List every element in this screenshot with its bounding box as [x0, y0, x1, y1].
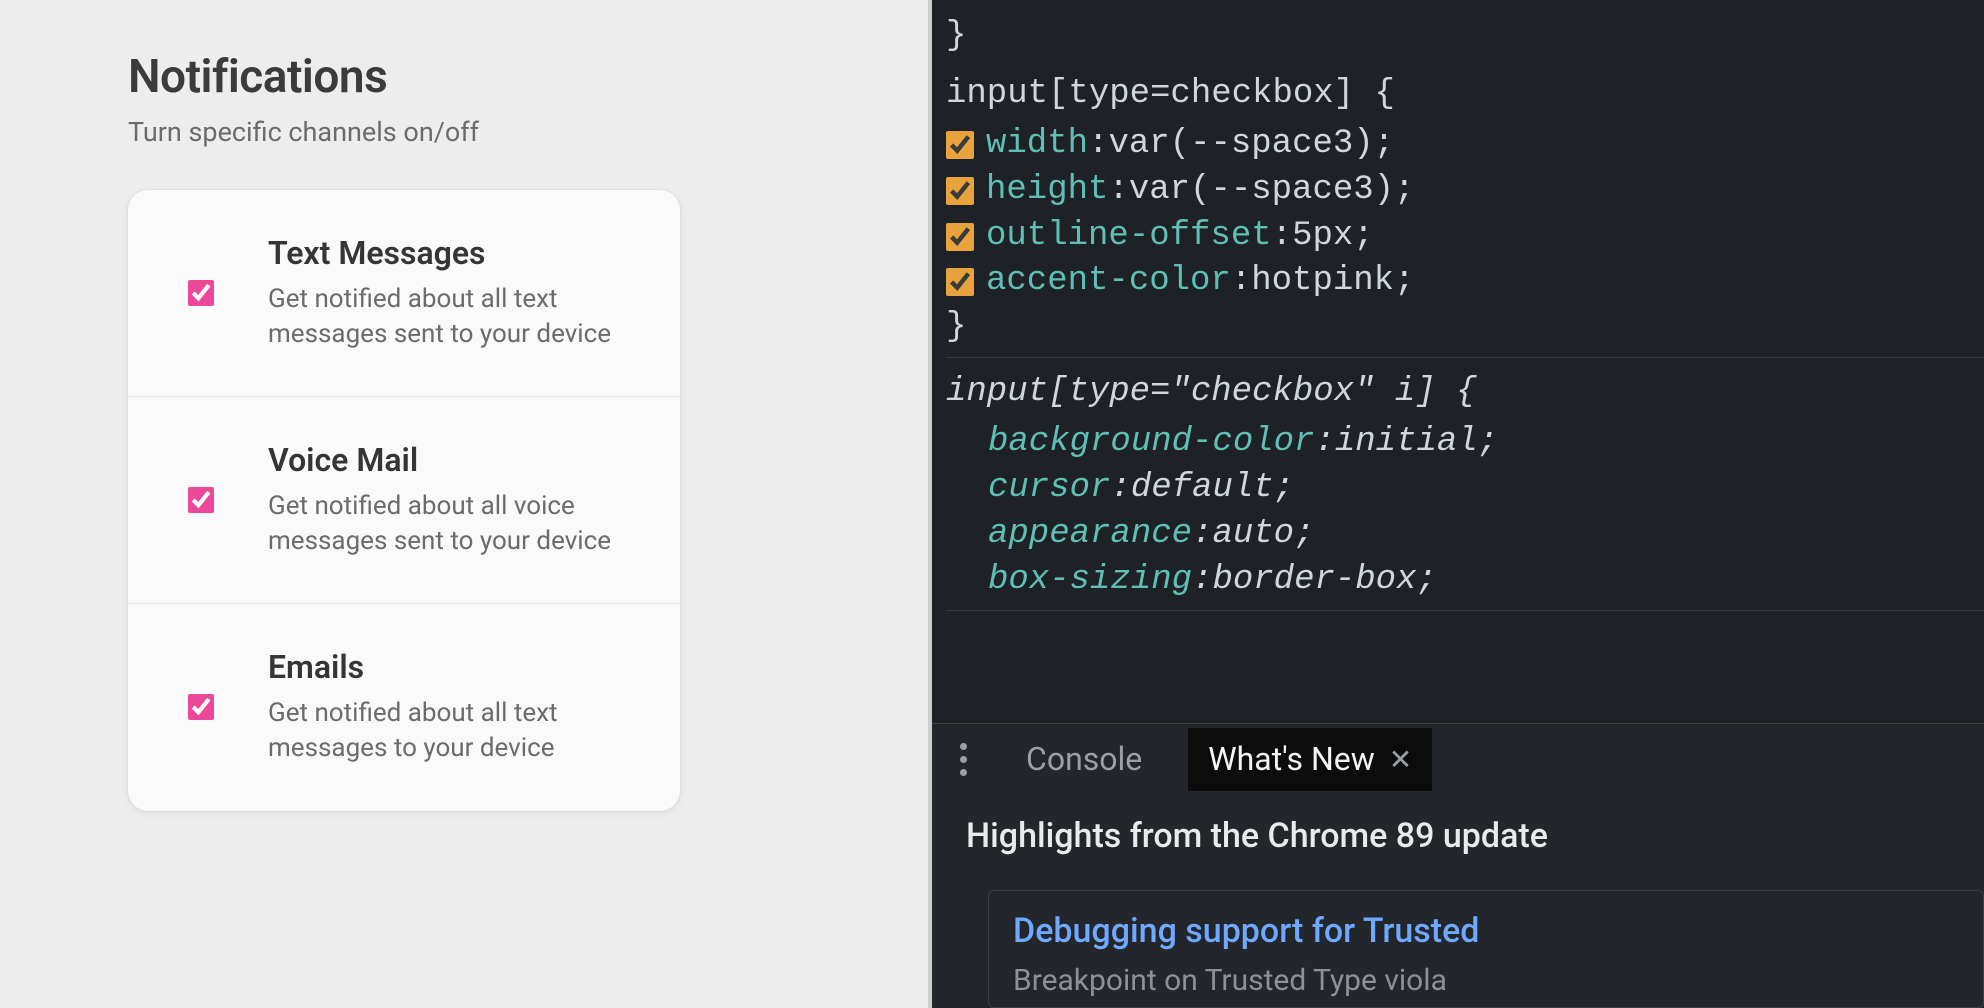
css-declaration[interactable]: appearance: auto;	[946, 512, 1984, 558]
css-value: default	[1131, 466, 1274, 512]
css-property: width	[986, 122, 1088, 168]
css-property: appearance	[988, 512, 1192, 558]
more-icon[interactable]	[946, 743, 980, 776]
toggle-declaration-icon[interactable]	[946, 131, 974, 159]
css-value: var(--space3)	[1108, 122, 1373, 168]
css-declaration[interactable]: box-sizing: border-box;	[946, 558, 1984, 604]
checkbox-voice-mail[interactable]	[188, 487, 214, 513]
code-brace-close: }	[946, 14, 1984, 60]
row-body: Text Messages Get notified about all tex…	[268, 234, 644, 352]
notifications-card: Text Messages Get notified about all tex…	[128, 190, 680, 811]
css-property: outline-offset	[986, 214, 1272, 260]
css-declaration[interactable]: outline-offset: 5px;	[946, 214, 1984, 260]
css-property: box-sizing	[988, 558, 1192, 604]
css-value: var(--space3)	[1129, 168, 1394, 214]
code-brace-close: }	[946, 305, 1984, 351]
tab-label: What's New	[1208, 738, 1375, 781]
row-title: Emails	[268, 648, 644, 686]
preview-pane: Notifications Turn specific channels on/…	[0, 0, 932, 1008]
row-desc: Get notified about all text messages sen…	[268, 282, 644, 352]
whats-new-card[interactable]: Debugging support for Trusted Breakpoint…	[988, 890, 1984, 1008]
css-declaration[interactable]: width: var(--space3);	[946, 122, 1984, 168]
css-value: hotpink	[1251, 259, 1394, 305]
row-title: Text Messages	[268, 234, 644, 272]
toggle-declaration-icon[interactable]	[946, 268, 974, 296]
css-selector[interactable]: input[type=checkbox] {	[946, 70, 1984, 122]
notification-row-voice-mail: Voice Mail Get notified about all voice …	[128, 397, 680, 604]
notification-row-text-messages: Text Messages Get notified about all tex…	[128, 190, 680, 397]
css-property: cursor	[988, 466, 1110, 512]
row-desc: Get notified about all text messages to …	[268, 696, 644, 766]
styles-panel[interactable]: } input[type=checkbox] { width: var(--sp…	[932, 0, 1984, 611]
css-selector[interactable]: input[type="checkbox" i] {	[946, 368, 1984, 420]
css-value: 5px	[1292, 214, 1353, 260]
toggle-declaration-icon[interactable]	[946, 177, 974, 205]
drawer-body: Highlights from the Chrome 89 update Deb…	[932, 796, 1984, 1008]
tab-console[interactable]: Console	[1006, 728, 1162, 791]
css-declaration[interactable]: cursor: default;	[946, 466, 1984, 512]
drawer-headline: Highlights from the Chrome 89 update	[966, 814, 1984, 860]
css-property: accent-color	[986, 259, 1231, 305]
drawer-tabstrip: Console What's New ✕	[932, 724, 1984, 796]
css-declaration[interactable]: height: var(--space3);	[946, 168, 1984, 214]
whats-new-link-sub: Breakpoint on Trusted Type viola	[1013, 961, 1959, 1002]
page-subtitle: Turn specific channels on/off	[128, 116, 928, 148]
devtools-pane: } input[type=checkbox] { width: var(--sp…	[932, 0, 1984, 1008]
css-property: height	[986, 168, 1108, 214]
page-title: Notifications	[128, 50, 928, 104]
row-body: Emails Get notified about all text messa…	[268, 648, 644, 766]
css-rule-user-agent: input[type="checkbox" i] { background-co…	[946, 358, 1984, 610]
css-value: initial	[1335, 420, 1478, 466]
toggle-declaration-icon[interactable]	[946, 223, 974, 251]
checkbox-emails[interactable]	[188, 694, 214, 720]
tab-whats-new[interactable]: What's New ✕	[1188, 728, 1432, 791]
row-title: Voice Mail	[268, 441, 644, 479]
css-declaration[interactable]: background-color: initial;	[946, 420, 1984, 466]
preview-header: Notifications Turn specific channels on/…	[0, 0, 928, 148]
css-property: background-color	[988, 420, 1314, 466]
css-value: border-box	[1212, 558, 1416, 604]
css-declaration[interactable]: accent-color: hotpink;	[946, 259, 1984, 305]
close-icon[interactable]: ✕	[1389, 741, 1412, 779]
checkbox-text-messages[interactable]	[188, 280, 214, 306]
css-value: auto	[1212, 512, 1294, 558]
devtools-drawer: Console What's New ✕ Highlights from the…	[932, 723, 1984, 1008]
row-desc: Get notified about all voice messages se…	[268, 489, 644, 559]
row-body: Voice Mail Get notified about all voice …	[268, 441, 644, 559]
css-rule-author: input[type=checkbox] { width: var(--spac…	[946, 60, 1984, 358]
whats-new-link[interactable]: Debugging support for Trusted	[1013, 909, 1959, 955]
notification-row-emails: Emails Get notified about all text messa…	[128, 604, 680, 810]
